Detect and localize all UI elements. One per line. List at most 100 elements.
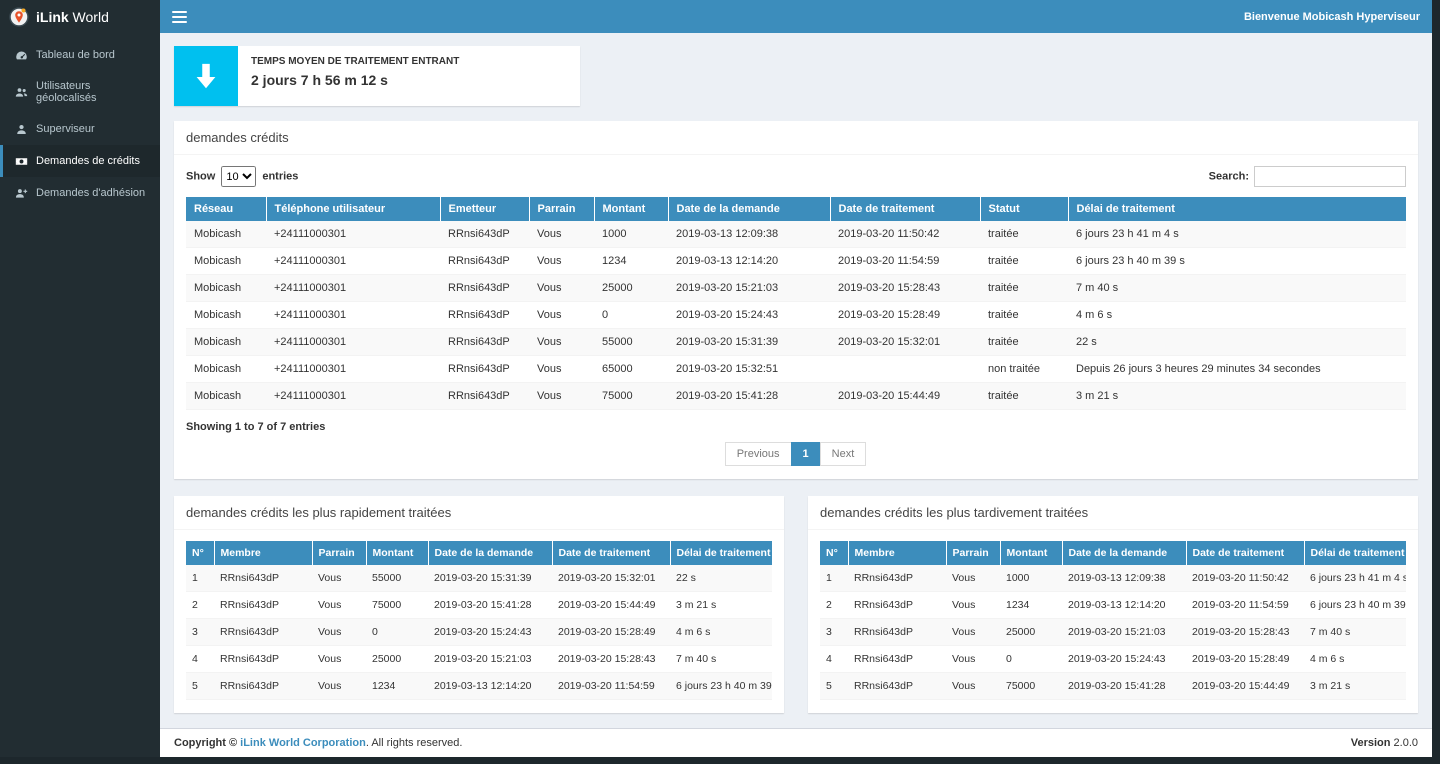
table-cell: 2019-03-13 12:14:20: [1062, 592, 1186, 619]
column-header[interactable]: Délai de traitement: [670, 541, 772, 565]
table-cell: 1000: [1000, 565, 1062, 592]
table-cell: Mobicash: [186, 221, 266, 248]
table-cell: 2019-03-20 15:44:49: [830, 383, 980, 410]
column-header[interactable]: Date de la demande: [1062, 541, 1186, 565]
table-cell: 4 m 6 s: [1304, 646, 1406, 673]
column-header[interactable]: Date de traitement: [1186, 541, 1304, 565]
table-cell: 2019-03-20 15:41:28: [1062, 673, 1186, 700]
sidebar-item-label: Tableau de bord: [36, 49, 115, 61]
column-header[interactable]: Parrain: [946, 541, 1000, 565]
column-header[interactable]: Membre: [214, 541, 312, 565]
column-header[interactable]: Membre: [848, 541, 946, 565]
table-row: Mobicash+24111000301RRnsi643dPVous250002…: [186, 275, 1406, 302]
page-length-select[interactable]: 10: [221, 166, 256, 187]
welcome-message[interactable]: Bienvenue Mobicash Hyperviseur: [1244, 11, 1420, 23]
search-input[interactable]: [1254, 166, 1406, 187]
table-summary: Showing 1 to 7 of 7 entries: [186, 421, 1406, 433]
table-cell: +24111000301: [266, 329, 440, 356]
table-cell: 7 m 40 s: [1068, 275, 1406, 302]
table-cell: 3 m 21 s: [1304, 673, 1406, 700]
table-cell: 3 m 21 s: [1068, 383, 1406, 410]
credit-icon: [14, 154, 28, 168]
column-header[interactable]: N°: [820, 541, 848, 565]
table-cell: RRnsi643dP: [848, 592, 946, 619]
sidebar-item-membership-requests[interactable]: Demandes d'adhésion: [0, 177, 160, 209]
table-row: 2RRnsi643dPVous750002019-03-20 15:41:282…: [186, 592, 772, 619]
column-header[interactable]: Date de traitement: [830, 197, 980, 221]
table-cell: 65000: [594, 356, 668, 383]
version-value: 2.0.0: [1390, 737, 1418, 749]
infobox-content: TEMPS MOYEN DE TRAITEMENT ENTRANT 2 jour…: [238, 46, 472, 106]
table-cell: 22 s: [670, 565, 772, 592]
table-cell: 0: [594, 302, 668, 329]
pagination-page-1-button[interactable]: 1: [791, 442, 821, 466]
table-cell: 6 jours 23 h 41 m 4 s: [1068, 221, 1406, 248]
sidebar-item-label: Demandes d'adhésion: [36, 187, 145, 199]
sidebar-item-dashboard[interactable]: Tableau de bord: [0, 39, 160, 71]
sidebar-item-geolocated-users[interactable]: Utilisateurs géolocalisés: [0, 71, 160, 113]
avg-processing-time-infobox: TEMPS MOYEN DE TRAITEMENT ENTRANT 2 jour…: [174, 46, 580, 106]
table-row: 4RRnsi643dPVous250002019-03-20 15:21:032…: [186, 646, 772, 673]
column-header[interactable]: Délai de traitement: [1068, 197, 1406, 221]
column-header[interactable]: N°: [186, 541, 214, 565]
pagination-next-button[interactable]: Next: [820, 442, 867, 466]
column-header[interactable]: Date de la demande: [668, 197, 830, 221]
table-cell: RRnsi643dP: [440, 329, 529, 356]
column-header[interactable]: Délai de traitement: [1304, 541, 1406, 565]
column-header[interactable]: Montant: [594, 197, 668, 221]
table-cell: 2019-03-13 12:14:20: [428, 673, 552, 700]
table-cell: traitée: [980, 221, 1068, 248]
table-cell: 0: [1000, 646, 1062, 673]
table-cell: 6 jours 23 h 40 m 39 s: [1068, 248, 1406, 275]
version-label: Version: [1351, 737, 1391, 749]
table-cell: 75000: [366, 592, 428, 619]
table-cell: RRnsi643dP: [440, 275, 529, 302]
users-location-icon: [14, 85, 28, 99]
table-cell: Vous: [529, 221, 594, 248]
topbar: iLink World Bienvenue Mobicash Hypervise…: [0, 0, 1432, 33]
table-cell: 2019-03-13 12:09:38: [1062, 565, 1186, 592]
column-header[interactable]: Parrain: [312, 541, 366, 565]
pagination-previous-button[interactable]: Previous: [725, 442, 792, 466]
version-text: Version 2.0.0: [1351, 737, 1418, 749]
table-cell: 2019-03-20 15:24:43: [668, 302, 830, 329]
sidebar-item-label: Utilisateurs géolocalisés: [36, 80, 152, 104]
column-header[interactable]: Date de traitement: [552, 541, 670, 565]
table-cell: RRnsi643dP: [440, 221, 529, 248]
table-cell: RRnsi643dP: [440, 248, 529, 275]
column-header[interactable]: Réseau: [186, 197, 266, 221]
show-label: Show: [186, 171, 215, 183]
sidebar: Tableau de bord Utilisateurs géolocalisé…: [0, 33, 160, 757]
column-header[interactable]: Statut: [980, 197, 1068, 221]
table-cell: +24111000301: [266, 221, 440, 248]
table-cell: 7 m 40 s: [1304, 619, 1406, 646]
table-cell: 4 m 6 s: [670, 619, 772, 646]
table-header-row: RéseauTéléphone utilisateurEmetteurParra…: [186, 197, 1406, 221]
table-row: 3RRnsi643dPVous250002019-03-20 15:21:032…: [820, 619, 1406, 646]
sidebar-item-supervisor[interactable]: Superviseur: [0, 113, 160, 145]
column-header[interactable]: Parrain: [529, 197, 594, 221]
pagination: Previous1Next: [186, 442, 1406, 466]
column-header[interactable]: Montant: [366, 541, 428, 565]
table-cell: +24111000301: [266, 248, 440, 275]
table-cell: +24111000301: [266, 302, 440, 329]
sidebar-item-credit-requests[interactable]: Demandes de crédits: [0, 145, 160, 177]
table-cell: RRnsi643dP: [848, 565, 946, 592]
table-row: Mobicash+24111000301RRnsi643dPVous123420…: [186, 248, 1406, 275]
column-header[interactable]: Emetteur: [440, 197, 529, 221]
column-header[interactable]: Téléphone utilisateur: [266, 197, 440, 221]
table-cell: RRnsi643dP: [440, 302, 529, 329]
table-cell: RRnsi643dP: [214, 673, 312, 700]
column-header[interactable]: Date de la demande: [428, 541, 552, 565]
table-cell: Mobicash: [186, 302, 266, 329]
table-cell: 2019-03-13 12:14:20: [668, 248, 830, 275]
brand-logo[interactable]: iLink World: [0, 0, 160, 33]
table-cell: 2019-03-20 11:54:59: [1186, 592, 1304, 619]
table-cell: 75000: [594, 383, 668, 410]
sidebar-toggle-button[interactable]: [172, 11, 187, 23]
company-link[interactable]: iLink World Corporation: [240, 737, 366, 749]
column-header[interactable]: Montant: [1000, 541, 1062, 565]
table-row: Mobicash+24111000301RRnsi643dPVous750002…: [186, 383, 1406, 410]
search-label: Search:: [1209, 171, 1249, 183]
table-cell: Vous: [312, 565, 366, 592]
